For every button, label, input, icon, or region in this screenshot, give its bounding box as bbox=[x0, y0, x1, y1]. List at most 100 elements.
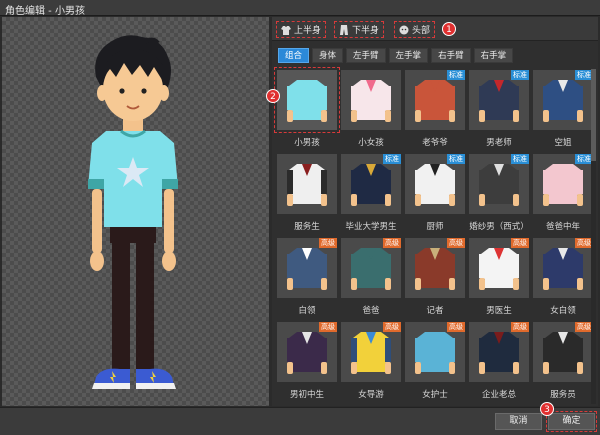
costume-item[interactable]: 服务生 bbox=[276, 153, 338, 237]
costume-thumbnail: 标准 bbox=[341, 154, 401, 214]
outfit-icon bbox=[351, 80, 391, 122]
cancel-button[interactable]: 取消 bbox=[495, 413, 542, 430]
costume-thumbnail: 标准 bbox=[533, 154, 593, 214]
costume-thumbnail: 高级 bbox=[533, 238, 593, 298]
costume-label: 女护士 bbox=[422, 390, 448, 400]
costume-label: 婚纱男（西式） bbox=[469, 222, 529, 232]
tab-lower-body-label: 下半身 bbox=[352, 26, 380, 36]
face-icon bbox=[399, 25, 409, 34]
costume-label: 爸爸中年 bbox=[545, 222, 580, 232]
tier-tag: 高级 bbox=[447, 322, 465, 332]
costume-label: 记者 bbox=[426, 306, 444, 316]
tab-upper-body-label: 上半身 bbox=[294, 26, 322, 36]
tab-head-label: 头部 bbox=[412, 26, 431, 36]
costume-item[interactable]: 高级 男医生 bbox=[468, 237, 530, 321]
subtab-4[interactable]: 右手臂 bbox=[431, 48, 471, 63]
subtab-2[interactable]: 左手臂 bbox=[346, 48, 386, 63]
costume-item[interactable]: 标准厨师 bbox=[404, 153, 466, 237]
pants-icon bbox=[340, 24, 348, 35]
costume-label: 男老师 bbox=[486, 138, 512, 148]
tier-tag: 高级 bbox=[383, 238, 401, 248]
tier-tag: 标准 bbox=[511, 154, 529, 164]
costume-item[interactable]: 高级爸爸 bbox=[340, 237, 402, 321]
costume-label: 老爷爷 bbox=[422, 138, 448, 148]
costume-item[interactable]: 高级企业老总 bbox=[468, 321, 530, 405]
costume-item[interactable]: 标准 空姐 bbox=[532, 69, 594, 153]
costume-item[interactable]: 小男孩 bbox=[274, 67, 340, 153]
tier-tag: 高级 bbox=[319, 322, 337, 332]
callout-badge-2: 2 bbox=[266, 89, 280, 103]
costume-item[interactable]: 小女孩 bbox=[340, 69, 402, 153]
costume-thumbnail: 高级 bbox=[405, 322, 465, 382]
sub-category-bar: 组合 身体 左手臂 左手掌 右手臂 右手掌 bbox=[278, 48, 514, 63]
title-bar: 角色编辑 - 小男孩 bbox=[0, 0, 600, 17]
boy-character bbox=[88, 35, 178, 389]
costume-label: 服务生 bbox=[294, 222, 320, 232]
costume-label: 小女孩 bbox=[358, 138, 384, 148]
costume-label: 爸爸 bbox=[362, 306, 380, 316]
subtab-5[interactable]: 右手掌 bbox=[473, 48, 514, 63]
tab-lower-body[interactable]: 下半身 bbox=[334, 21, 385, 38]
costume-label: 空姐 bbox=[554, 138, 572, 148]
costume-label: 女白领 bbox=[550, 306, 576, 316]
tier-tag: 标准 bbox=[447, 154, 465, 164]
subtab-1[interactable]: 身体 bbox=[312, 48, 344, 63]
costume-thumbnail bbox=[277, 154, 337, 214]
costume-thumbnail: 标准 bbox=[405, 70, 465, 130]
costume-label: 毕业大学男生 bbox=[345, 222, 397, 232]
costume-item[interactable]: 高级记者 bbox=[404, 237, 466, 321]
scrollbar-thumb[interactable] bbox=[591, 69, 596, 161]
window-title: 角色编辑 - 小男孩 bbox=[5, 6, 85, 17]
costume-grid: 小男孩 小女孩 标准 老爷爷 标准 男老师 标准 空姐 服务生 标准 毕业大学男生 标准 厨师 标准 婚纱男… bbox=[274, 67, 593, 405]
tier-tag: 高级 bbox=[383, 322, 401, 332]
tier-tag: 标准 bbox=[447, 70, 465, 80]
grid-scrollbar[interactable] bbox=[591, 69, 596, 404]
costume-label: 服务员 bbox=[550, 390, 576, 400]
tier-tag: 高级 bbox=[511, 238, 529, 248]
costume-thumbnail: 高级 bbox=[341, 238, 401, 298]
body-part-tabs: 上半身 下半身 头部 1 bbox=[272, 17, 598, 41]
subtab-0[interactable]: 组合 bbox=[278, 48, 310, 63]
costume-item[interactable]: 标准男老师 bbox=[468, 69, 530, 153]
tier-tag: 标准 bbox=[383, 154, 401, 164]
costume-item[interactable]: 标准老爷爷 bbox=[404, 69, 466, 153]
callout-badge-1: 1 bbox=[442, 22, 456, 36]
tier-tag: 高级 bbox=[447, 238, 465, 248]
outfit-icon bbox=[287, 164, 327, 206]
costume-item[interactable]: 高级 白领 bbox=[276, 237, 338, 321]
costume-item[interactable]: 高级 服务员 bbox=[532, 321, 594, 405]
costume-thumbnail: 高级 bbox=[533, 322, 593, 382]
costume-item[interactable]: 高级女护士 bbox=[404, 321, 466, 405]
costume-label: 男初中生 bbox=[289, 390, 324, 400]
costume-thumbnail: 标准 bbox=[469, 70, 529, 130]
costume-thumbnail: 高级 bbox=[469, 322, 529, 382]
callout-badge-3: 3 bbox=[540, 402, 554, 416]
costume-thumbnail: 高级 bbox=[277, 322, 337, 382]
costume-thumbnail: 高级 bbox=[277, 238, 337, 298]
costume-item[interactable]: 高级女导游 bbox=[340, 321, 402, 405]
costume-item[interactable]: 标准婚纱男（西式） bbox=[468, 153, 530, 237]
costume-label: 白领 bbox=[298, 306, 316, 316]
costume-label: 厨师 bbox=[426, 222, 444, 232]
character-preview bbox=[2, 17, 269, 406]
selection-highlight bbox=[274, 67, 340, 133]
tab-upper-body[interactable]: 上半身 bbox=[276, 21, 327, 38]
costume-thumbnail: 高级 bbox=[405, 238, 465, 298]
tier-tag: 标准 bbox=[511, 70, 529, 80]
costume-thumbnail: 高级 bbox=[341, 322, 401, 382]
costume-thumbnail: 标准 bbox=[533, 70, 593, 130]
costume-thumbnail: 标准 bbox=[405, 154, 465, 214]
tier-tag: 高级 bbox=[511, 322, 529, 332]
confirm-button[interactable]: 确定 bbox=[546, 411, 597, 432]
costume-item[interactable]: 高级 女白领 bbox=[532, 237, 594, 321]
costume-label: 女导游 bbox=[358, 390, 384, 400]
shirt-icon bbox=[281, 25, 291, 35]
tab-head[interactable]: 头部 bbox=[394, 21, 436, 38]
costume-item[interactable]: 标准 爸爸中年 bbox=[532, 153, 594, 237]
costume-panel: 上半身 下半身 头部 1 组合 身体 左手臂 左手掌 右手臂 右手掌 小男孩 小女孩 标准 老爷… bbox=[266, 17, 598, 406]
costume-item[interactable]: 标准毕业大学男生 bbox=[340, 153, 402, 237]
subtab-3[interactable]: 左手掌 bbox=[388, 48, 429, 63]
costume-item[interactable]: 高级男初中生 bbox=[276, 321, 338, 405]
costume-thumbnail: 标准 bbox=[469, 154, 529, 214]
costume-label: 企业老总 bbox=[481, 390, 516, 400]
